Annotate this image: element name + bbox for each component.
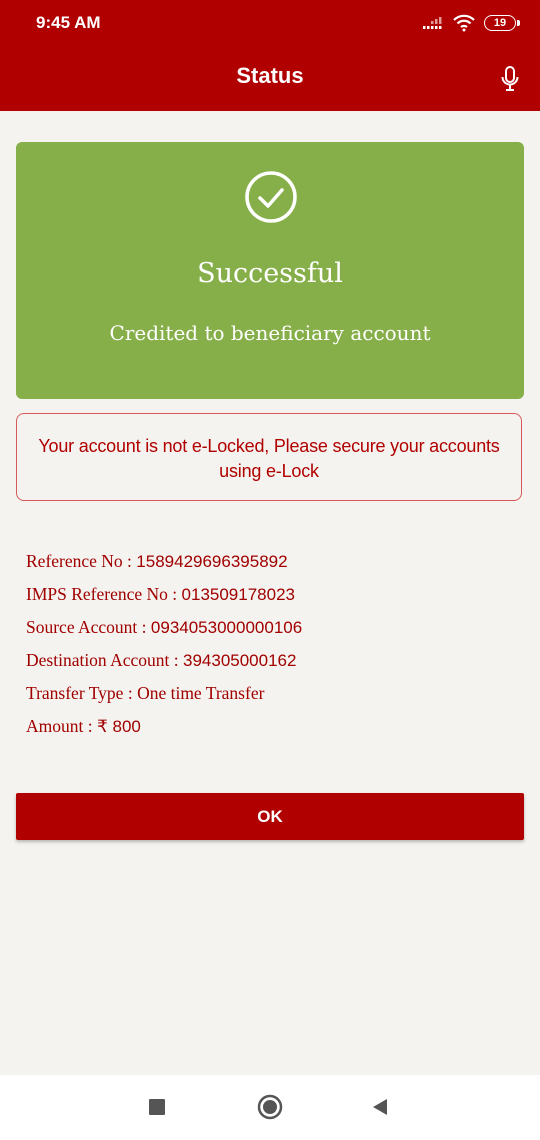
home-icon[interactable] [256, 1093, 284, 1121]
detail-amount: Amount : ₹ 800 [26, 714, 302, 747]
status-icons: 19 [422, 12, 520, 34]
transaction-details: Reference No : 1589429696395892 IMPS Ref… [26, 549, 302, 747]
elock-warning[interactable]: Your account is not e-Locked, Please sec… [16, 413, 522, 501]
success-title: Successful [197, 258, 343, 289]
detail-destination-account: Destination Account : 394305000162 [26, 648, 302, 681]
mic-icon[interactable] [500, 65, 520, 93]
status-time: 9:45 AM [36, 13, 101, 32]
detail-label: Destination Account : [26, 650, 183, 670]
success-card: Successful Credited to beneficiary accou… [16, 142, 524, 399]
detail-label: Reference No : [26, 551, 137, 571]
detail-transfer-type: Transfer Type : One time Transfer [26, 681, 302, 714]
page-title: Status [236, 63, 304, 88]
detail-label: Transfer Type : [26, 683, 138, 703]
detail-value: 013509178023 [181, 585, 295, 604]
wifi-icon [452, 14, 476, 32]
detail-value: 0934053000000106 [150, 618, 303, 637]
detail-value: ₹ 800 [96, 717, 141, 736]
detail-label: Amount : [26, 716, 97, 736]
warning-line-2: using e-Lock [219, 461, 319, 481]
detail-value: 394305000162 [183, 651, 297, 670]
signal-icon [422, 16, 444, 30]
battery-icon: 19 [484, 15, 520, 31]
detail-imps-reference-no: IMPS Reference No : 013509178023 [26, 582, 302, 615]
detail-source-account: Source Account : 0934053000000106 [26, 615, 302, 648]
detail-value: 1589429696395892 [136, 552, 288, 571]
detail-label: IMPS Reference No : [26, 584, 182, 604]
app-bar: Status [0, 46, 540, 111]
ok-button[interactable]: OK [16, 793, 524, 840]
detail-reference-no: Reference No : 1589429696395892 [26, 549, 302, 582]
detail-label: Source Account : [26, 617, 151, 637]
check-circle-icon [244, 170, 298, 224]
detail-value: One time Transfer [137, 683, 265, 703]
status-bar: 9:45 AM 19 [0, 0, 540, 46]
recents-icon[interactable] [143, 1093, 171, 1121]
warning-line-1: Your account is not e-Locked, Please sec… [38, 436, 500, 456]
system-nav-bar [0, 1075, 540, 1140]
back-icon[interactable] [366, 1093, 394, 1121]
success-subtitle: Credited to beneficiary account [109, 321, 431, 345]
